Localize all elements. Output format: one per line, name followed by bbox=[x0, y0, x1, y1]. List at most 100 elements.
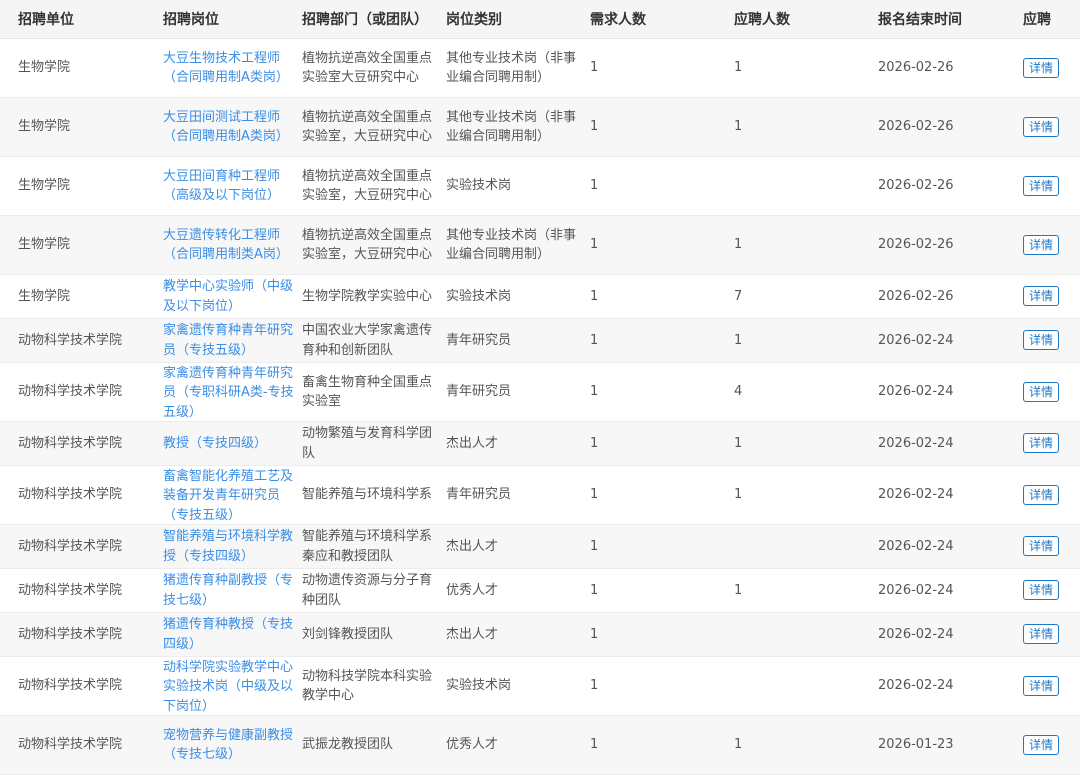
demand-cell: 1 bbox=[590, 119, 599, 135]
category-cell: 杰出人才 bbox=[446, 435, 499, 451]
category-cell: 其他专业技术岗（非事业编合同聘用制） bbox=[446, 227, 577, 263]
position-link[interactable]: 教授（专技四级） bbox=[163, 434, 296, 454]
demand-cell: 1 bbox=[590, 178, 599, 194]
demand-cell: 1 bbox=[590, 384, 599, 400]
unit-cell: 生物学院 bbox=[18, 237, 71, 253]
demand-cell: 1 bbox=[590, 538, 599, 554]
table-row: 动物科学技术学院 动科学院实验教学中心实验技术岗（中级及以下岗位） 动物科技学院本科… bbox=[0, 656, 1080, 716]
department-cell: 植物抗逆高效全国重点实验室，大豆研究中心 bbox=[302, 168, 433, 204]
unit-cell: 动物科学技术学院 bbox=[18, 332, 123, 348]
demand-cell: 1 bbox=[590, 626, 599, 642]
deadline-cell: 2026-02-26 bbox=[878, 178, 954, 194]
details-button[interactable]: 详情 bbox=[1023, 675, 1060, 696]
deadline-cell: 2026-02-24 bbox=[878, 487, 954, 503]
category-cell: 实验技术岗 bbox=[446, 288, 512, 304]
position-link[interactable]: 大豆遗传转化工程师（合同聘用制类A岗） bbox=[163, 226, 296, 265]
deadline-cell: 2026-02-26 bbox=[878, 119, 954, 135]
department-cell: 植物抗逆高效全国重点实验室，大豆研究中心 bbox=[302, 227, 433, 263]
position-link[interactable]: 宠物营养与健康副教授（专技七级） bbox=[163, 726, 296, 765]
category-cell: 优秀人才 bbox=[446, 582, 499, 598]
details-button[interactable]: 详情 bbox=[1023, 175, 1060, 196]
applicants-cell: 1 bbox=[734, 435, 743, 451]
header-demand: 需求人数 bbox=[584, 0, 728, 39]
category-cell: 杰出人才 bbox=[446, 538, 499, 554]
unit-cell: 动物科学技术学院 bbox=[18, 737, 123, 753]
unit-cell: 动物科学技术学院 bbox=[18, 538, 123, 554]
table-header-row: 招聘单位 招聘岗位 招聘部门（或团队） 岗位类别 需求人数 应聘人数 报名结束时… bbox=[0, 0, 1080, 39]
table-row: 动物科学技术学院 家禽遗传育种青年研究员（专技五级） 中国农业大学家禽遗传育种和创新… bbox=[0, 318, 1080, 363]
demand-cell: 1 bbox=[590, 487, 599, 503]
category-cell: 青年研究员 bbox=[446, 487, 512, 503]
table-row: 生物学院 教学中心实验师（中级及以下岗位） 生物学院教学实验中心 实验技术岗 1 7 202… bbox=[0, 274, 1080, 319]
details-button[interactable]: 详情 bbox=[1023, 330, 1060, 351]
unit-cell: 生物学院 bbox=[18, 288, 71, 304]
unit-cell: 动物科学技术学院 bbox=[18, 384, 123, 400]
department-cell: 刘剑锋教授团队 bbox=[302, 626, 394, 642]
demand-cell: 1 bbox=[590, 737, 599, 753]
unit-cell: 动物科学技术学院 bbox=[18, 582, 123, 598]
details-button[interactable]: 详情 bbox=[1023, 57, 1060, 78]
deadline-cell: 2026-02-24 bbox=[878, 435, 954, 451]
details-button[interactable]: 详情 bbox=[1023, 234, 1060, 255]
position-link[interactable]: 智能养殖与环境科学教授（专技四级） bbox=[163, 527, 296, 566]
details-button[interactable]: 详情 bbox=[1023, 433, 1060, 454]
deadline-cell: 2026-02-24 bbox=[878, 332, 954, 348]
details-button[interactable]: 详情 bbox=[1023, 286, 1060, 307]
header-deadline: 报名结束时间 bbox=[872, 0, 1017, 39]
position-link[interactable]: 家禽遗传育种青年研究员（专技五级） bbox=[163, 321, 296, 360]
demand-cell: 1 bbox=[590, 582, 599, 598]
demand-cell: 1 bbox=[590, 237, 599, 253]
category-cell: 实验技术岗 bbox=[446, 178, 512, 194]
applicants-cell: 1 bbox=[734, 332, 743, 348]
table-row: 生物学院 大豆遗传转化工程师（合同聘用制类A岗） 植物抗逆高效全国重点实验室，大豆研… bbox=[0, 215, 1080, 275]
details-button[interactable]: 详情 bbox=[1023, 734, 1060, 755]
unit-cell: 生物学院 bbox=[18, 119, 71, 135]
position-link[interactable]: 猪遗传育种教授（专技四级） bbox=[163, 615, 296, 654]
details-button[interactable]: 详情 bbox=[1023, 484, 1060, 505]
department-cell: 智能养殖与环境科学系 bbox=[302, 487, 433, 503]
department-cell: 动物遗传资源与分子育种团队 bbox=[302, 573, 433, 608]
details-button[interactable]: 详情 bbox=[1023, 381, 1060, 402]
category-cell: 杰出人才 bbox=[446, 626, 499, 642]
department-cell: 植物抗逆高效全国重点实验室大豆研究中心 bbox=[302, 50, 433, 86]
position-link[interactable]: 大豆田间育种工程师（高级及以下岗位） bbox=[163, 167, 296, 206]
table-row: 动物科学技术学院 猪遗传育种教授（专技四级） 刘剑锋教授团队 杰出人才 1 2026-02… bbox=[0, 612, 1080, 657]
details-button[interactable]: 详情 bbox=[1023, 580, 1060, 601]
position-link[interactable]: 教学中心实验师（中级及以下岗位） bbox=[163, 277, 296, 316]
details-button[interactable]: 详情 bbox=[1023, 624, 1060, 645]
details-button[interactable]: 详情 bbox=[1023, 116, 1060, 137]
category-cell: 优秀人才 bbox=[446, 737, 499, 753]
applicants-cell: 1 bbox=[734, 487, 743, 503]
unit-cell: 动物科学技术学院 bbox=[18, 435, 123, 451]
header-position: 招聘岗位 bbox=[157, 0, 296, 39]
table-row: 动物科学技术学院 猪遗传育种副教授（专技七级） 动物遗传资源与分子育种团队 优秀人才 1… bbox=[0, 568, 1080, 613]
deadline-cell: 2026-01-23 bbox=[878, 737, 954, 753]
table-row: 动物科学技术学院 家禽遗传育种青年研究员（专职科研A类-专技五级） 畜禽生物育种全国… bbox=[0, 362, 1080, 422]
table-row: 生物学院 大豆田间育种工程师（高级及以下岗位） 植物抗逆高效全国重点实验室，大豆研究… bbox=[0, 156, 1080, 216]
demand-cell: 1 bbox=[590, 435, 599, 451]
deadline-cell: 2026-02-24 bbox=[878, 582, 954, 598]
demand-cell: 1 bbox=[590, 288, 599, 304]
position-link[interactable]: 家禽遗传育种青年研究员（专职科研A类-专技五级） bbox=[163, 364, 296, 421]
department-cell: 动物科技学院本科实验教学中心 bbox=[302, 668, 433, 704]
category-cell: 青年研究员 bbox=[446, 384, 512, 400]
deadline-cell: 2026-02-26 bbox=[878, 237, 954, 253]
position-link[interactable]: 畜禽智能化养殖工艺及装备开发青年研究员（专技五级） bbox=[163, 467, 296, 524]
category-cell: 青年研究员 bbox=[446, 332, 512, 348]
department-cell: 武振龙教授团队 bbox=[302, 737, 394, 753]
applicants-cell: 1 bbox=[734, 737, 743, 753]
position-link[interactable]: 大豆生物技术工程师（合同聘用制A类岗） bbox=[163, 49, 296, 88]
applicants-cell: 1 bbox=[734, 237, 743, 253]
deadline-cell: 2026-02-24 bbox=[878, 384, 954, 400]
deadline-cell: 2026-02-24 bbox=[878, 626, 954, 642]
applicants-cell: 1 bbox=[734, 60, 743, 76]
table-row: 生物学院 大豆田间测试工程师（合同聘用制A类岗） 植物抗逆高效全国重点实验室，大豆研… bbox=[0, 97, 1080, 157]
demand-cell: 1 bbox=[590, 60, 599, 76]
position-link[interactable]: 猪遗传育种副教授（专技七级） bbox=[163, 571, 296, 610]
deadline-cell: 2026-02-24 bbox=[878, 678, 954, 694]
department-cell: 中国农业大学家禽遗传育种和创新团队 bbox=[302, 323, 433, 358]
demand-cell: 1 bbox=[590, 332, 599, 348]
position-link[interactable]: 动科学院实验教学中心实验技术岗（中级及以下岗位） bbox=[163, 658, 296, 715]
details-button[interactable]: 详情 bbox=[1023, 536, 1060, 557]
position-link[interactable]: 大豆田间测试工程师（合同聘用制A类岗） bbox=[163, 108, 296, 147]
